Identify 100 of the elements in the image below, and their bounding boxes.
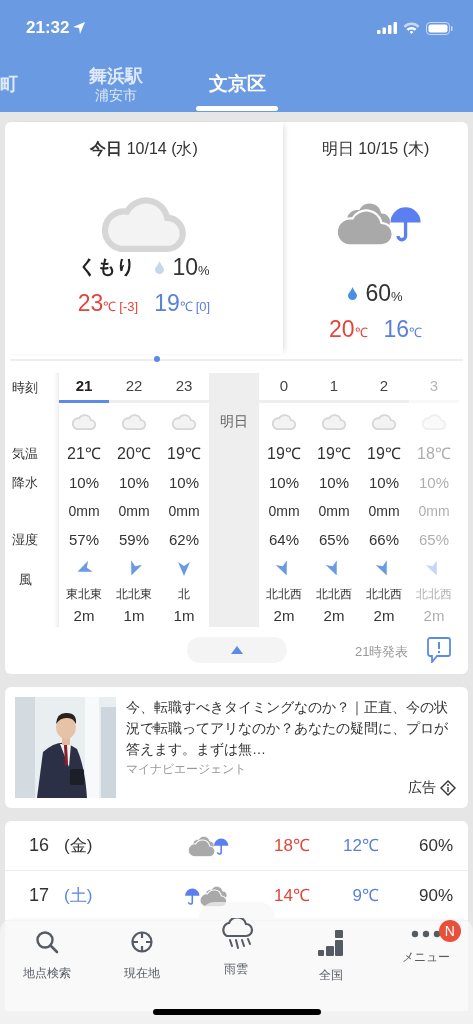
low-temp: 9℃ [352, 884, 379, 907]
wind-speed: 1m [123, 605, 145, 626]
tab-bar-item[interactable]: 現在地 [94, 918, 190, 1024]
precip-cell-text: 10% [69, 472, 99, 493]
precip-cell-text: 10% [269, 472, 299, 493]
temp-cell-text: 18℃ [417, 444, 451, 464]
more-icon [410, 930, 441, 938]
low-temp: 19℃ [0] [154, 289, 211, 318]
tab-bar-item[interactable]: N メニュー [378, 918, 473, 1024]
humidity-cell-text: 65% [419, 529, 449, 550]
cloud-icon [121, 412, 147, 430]
temp-cell-text: 20℃ [117, 444, 151, 464]
advertiser-name: マイナビエージェント [126, 761, 247, 778]
wind-direction: 北北西 [416, 586, 452, 603]
wind-direction: 北北東 [116, 586, 152, 603]
temp-cell-text: 19℃ [367, 444, 401, 464]
search-icon [35, 930, 60, 954]
info-icon[interactable] [440, 779, 456, 796]
hour-cell[interactable]: 1 [309, 373, 359, 403]
cloud-icon [71, 412, 97, 430]
rainfall-cell-text: 0mm [118, 501, 150, 521]
cloud-icon [371, 412, 397, 430]
weekday: (土) [64, 884, 94, 907]
row-label: 気温 [12, 445, 38, 464]
row-label: 湿度 [12, 531, 38, 550]
hour-cell[interactable]: 0 [259, 373, 309, 403]
wind-speed: 1m [173, 605, 195, 626]
rainfall-cell-text: 0mm [418, 501, 450, 521]
precip-cell-text: 10% [119, 472, 149, 493]
high-temp: 14℃ [274, 884, 311, 907]
high-temp: 23℃ [-3] [77, 289, 139, 318]
row-label: 時刻 [12, 379, 38, 398]
wind-direction: 北北西 [316, 586, 352, 603]
hour-cell[interactable]: 2 [359, 373, 409, 403]
humidity-cell-text: 65% [319, 529, 349, 550]
notification-badge: N [438, 920, 461, 942]
scroll-indicator [154, 356, 160, 362]
wind-speed: 2m [423, 605, 445, 626]
humidity-cell-text: 66% [369, 529, 399, 550]
crosshair-icon [129, 930, 154, 954]
precip-cell-text: 10% [369, 472, 399, 493]
precip-chance: 10% [172, 252, 210, 282]
wind-speed: 2m [373, 605, 395, 626]
day-number: 16 [29, 834, 51, 857]
precip-chance: 90% [419, 884, 454, 907]
wind-speed: 2m [273, 605, 295, 626]
tab-bar-item[interactable]: 雨雲 [189, 918, 284, 1024]
day-heading: 明日 10/15 (木) [321, 139, 430, 159]
location-arrow-icon [73, 22, 86, 34]
day-heading: 今日 10/14 (水) [90, 139, 198, 159]
day-break-column: 明日 [209, 373, 259, 627]
weekday: (金) [64, 834, 94, 857]
precip-chance: 60% [365, 278, 403, 308]
wind-direction: 北北西 [266, 586, 302, 603]
tab-bar-item[interactable]: 地点検索 [0, 918, 95, 1024]
rainfall-cell-text: 0mm [68, 501, 100, 521]
ad-card[interactable]: 今、転職すべきタイミングなのか？｜正直、今の状況で転職ってアリなのか？あなたの疑問に、プロが答えます。まずは無… マイナビエージェント 広告 [5, 687, 468, 808]
wind-direction: 東北東 [66, 586, 102, 603]
wind-direction: 北北西 [366, 586, 402, 603]
precip-cell-text: 10% [419, 472, 449, 493]
signal-icon [377, 22, 397, 34]
status-time: 21:32 [26, 17, 70, 40]
rainfall-cell-text: 0mm [268, 501, 300, 521]
cloud-icon [171, 412, 197, 430]
row-label: 風 [18, 571, 32, 590]
rainfall-cell-text: 0mm [318, 501, 350, 521]
ad-label: 広告 [408, 778, 436, 797]
temp-cell-text: 19℃ [317, 444, 351, 464]
hour-cell[interactable]: 22 [109, 373, 159, 403]
weather-condition: くもり [78, 254, 136, 279]
hour-cell[interactable]: 21 [59, 373, 109, 403]
day-number: 17 [29, 884, 51, 907]
precip-cell-text: 10% [319, 472, 349, 493]
ad-text: 今、転職すべきタイミングなのか？｜正直、今の状況で転職ってアリなのか？あなたの疑問に、プロが答えます。まずは無… [126, 698, 449, 759]
report-icon[interactable] [427, 637, 451, 663]
low-temp: 16℃ [383, 315, 423, 344]
row-label: 降水 [12, 474, 38, 493]
blocks-icon [318, 930, 345, 956]
temp-cell-text: 21℃ [67, 444, 101, 464]
rainfall-cell-text: 0mm [168, 501, 200, 521]
wind-arrow-icon [178, 562, 190, 576]
wind-speed: 2m [323, 605, 345, 626]
precip-cell-text: 10% [169, 472, 199, 493]
low-temp: 12℃ [343, 834, 379, 857]
cloud-icon [321, 412, 347, 430]
wind-speed: 2m [73, 605, 95, 626]
tab-bar-item[interactable]: 全国 [283, 918, 379, 1024]
high-temp: 18℃ [274, 834, 311, 857]
issued-time: 21時発表 [355, 643, 409, 661]
caret-up-icon [231, 646, 243, 654]
humidity-cell-text: 62% [169, 529, 199, 550]
wifi-icon [403, 22, 420, 34]
temp-cell-text: 19℃ [167, 444, 201, 464]
battery-icon [426, 21, 453, 35]
cloud-icon [271, 412, 297, 430]
rainfall-cell-text: 0mm [368, 501, 400, 521]
humidity-cell-text: 57% [69, 529, 99, 550]
humidity-cell-text: 64% [269, 529, 299, 550]
high-temp: 20℃ [328, 315, 368, 344]
temp-cell-text: 19℃ [267, 444, 301, 464]
